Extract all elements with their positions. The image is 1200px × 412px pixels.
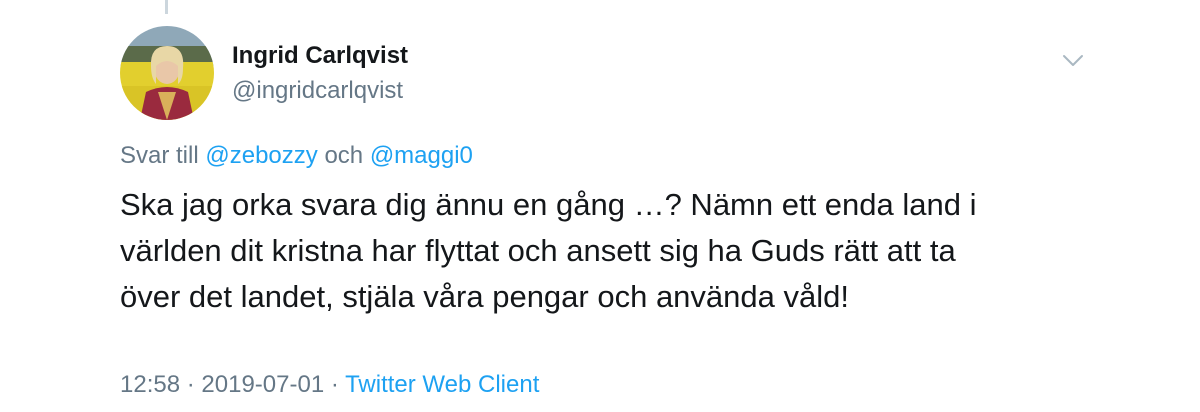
tweet-metadata: 12:58 · 2019-07-01 · Twitter Web Client: [120, 371, 539, 399]
author-name[interactable]: Ingrid Carlqvist: [232, 42, 408, 70]
tweet-source-link[interactable]: Twitter Web Client: [345, 371, 539, 398]
tweet-time[interactable]: 12:58: [120, 371, 180, 398]
reply-mention-zebozzy[interactable]: @zebozzy: [205, 142, 317, 169]
tweet-text-line: över det landet, stjäla våra pengar och …: [120, 279, 849, 314]
reply-prefix: Svar till: [120, 142, 199, 169]
reply-conjunction: och: [324, 142, 364, 169]
author-handle[interactable]: @ingridcarlqvist: [232, 77, 403, 105]
tweet-date[interactable]: 2019-07-01: [201, 371, 324, 398]
separator-dot: ·: [330, 371, 339, 398]
tweet-text-line: världen dit kristna har flyttat och anse…: [120, 233, 956, 268]
chevron-down-icon[interactable]: [1060, 50, 1086, 70]
tweet-text-line: Ska jag orka svara dig ännu en gång …? N…: [120, 187, 977, 222]
thread-connector-line: [165, 0, 168, 14]
reply-context: Svar till @zebozzy och @maggi0: [120, 142, 473, 170]
tweet-text: Ska jag orka svara dig ännu en gång …? N…: [120, 182, 1080, 320]
reply-mention-maggi0[interactable]: @maggi0: [370, 142, 473, 169]
separator-dot: ·: [186, 371, 195, 398]
avatar[interactable]: [120, 26, 214, 120]
